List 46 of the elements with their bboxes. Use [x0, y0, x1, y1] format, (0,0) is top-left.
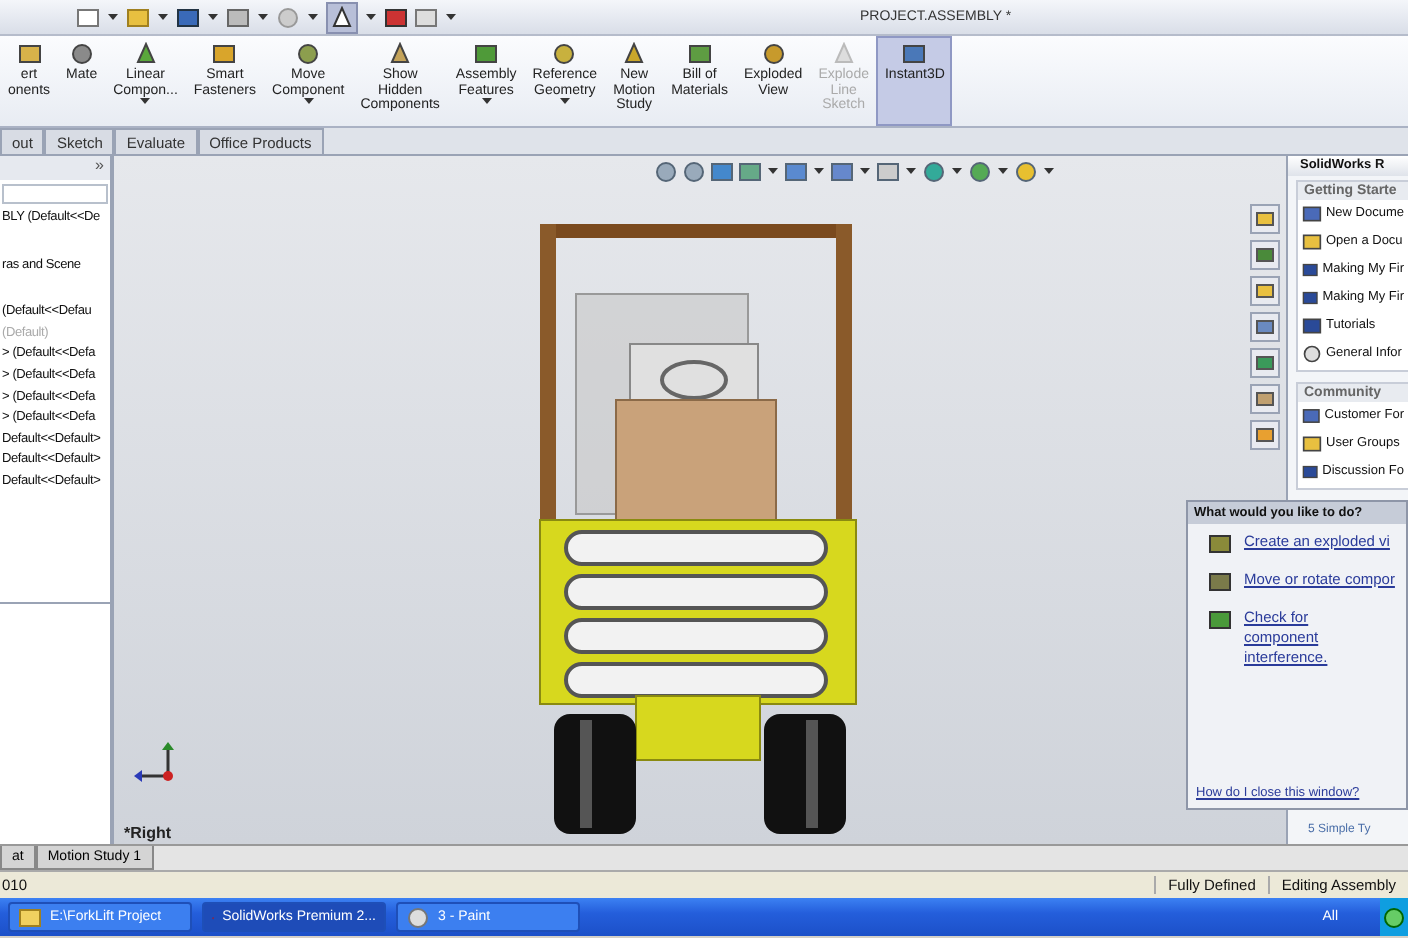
caret-icon[interactable] — [814, 168, 824, 176]
view-label: *Right — [124, 824, 172, 842]
pane-tab-icon[interactable] — [1250, 420, 1280, 450]
caret-icon[interactable] — [1044, 168, 1054, 176]
caret-icon[interactable] — [481, 98, 492, 107]
tool-icon[interactable] — [474, 42, 499, 66]
tool-icon[interactable] — [212, 42, 237, 66]
pane-tab-icon[interactable] — [1250, 240, 1280, 270]
caret-icon[interactable] — [140, 98, 151, 107]
tray-area[interactable] — [1380, 898, 1408, 936]
caret-icon[interactable] — [208, 13, 218, 21]
caret-icon[interactable] — [308, 13, 318, 21]
caret-icon[interactable] — [258, 13, 268, 21]
caret-icon[interactable] — [906, 168, 916, 176]
axis-triad-icon — [132, 740, 176, 784]
task-icon[interactable] — [1208, 608, 1232, 632]
tool-icon[interactable] — [761, 42, 786, 66]
collapse-toggle[interactable]: » — [95, 156, 104, 180]
caret-icon[interactable] — [768, 168, 778, 176]
tool-icon[interactable] — [622, 42, 647, 66]
caret-icon[interactable] — [108, 13, 118, 21]
caret-icon[interactable] — [952, 168, 962, 176]
pane-tab-icon[interactable] — [1250, 276, 1280, 306]
caret-icon[interactable] — [158, 13, 168, 21]
caret-icon[interactable] — [366, 13, 376, 21]
tool-icon[interactable] — [687, 42, 712, 66]
task-icon[interactable] — [1208, 570, 1232, 594]
caret-icon[interactable] — [446, 13, 456, 21]
tray-icon[interactable] — [1382, 905, 1406, 929]
caret-icon[interactable] — [303, 98, 314, 107]
tool-icon[interactable] — [388, 42, 413, 66]
caret-icon[interactable] — [860, 168, 870, 176]
pane-tab-icon[interactable] — [1250, 384, 1280, 414]
pane-tab-icon[interactable] — [1250, 204, 1280, 234]
tool-icon[interactable] — [552, 42, 577, 66]
task-icon[interactable] — [1208, 532, 1232, 556]
tool-icon[interactable] — [17, 42, 42, 66]
tool-icon[interactable] — [902, 42, 927, 66]
tool-icon[interactable] — [296, 42, 321, 66]
caret-icon[interactable] — [998, 168, 1008, 176]
tool-icon[interactable] — [133, 42, 158, 66]
caret-icon[interactable] — [559, 98, 570, 107]
tool-icon[interactable] — [69, 42, 94, 66]
filter-field[interactable] — [2, 184, 108, 204]
pane-tab-icon[interactable] — [1250, 348, 1280, 378]
pane-tab-icon[interactable] — [1250, 312, 1280, 342]
